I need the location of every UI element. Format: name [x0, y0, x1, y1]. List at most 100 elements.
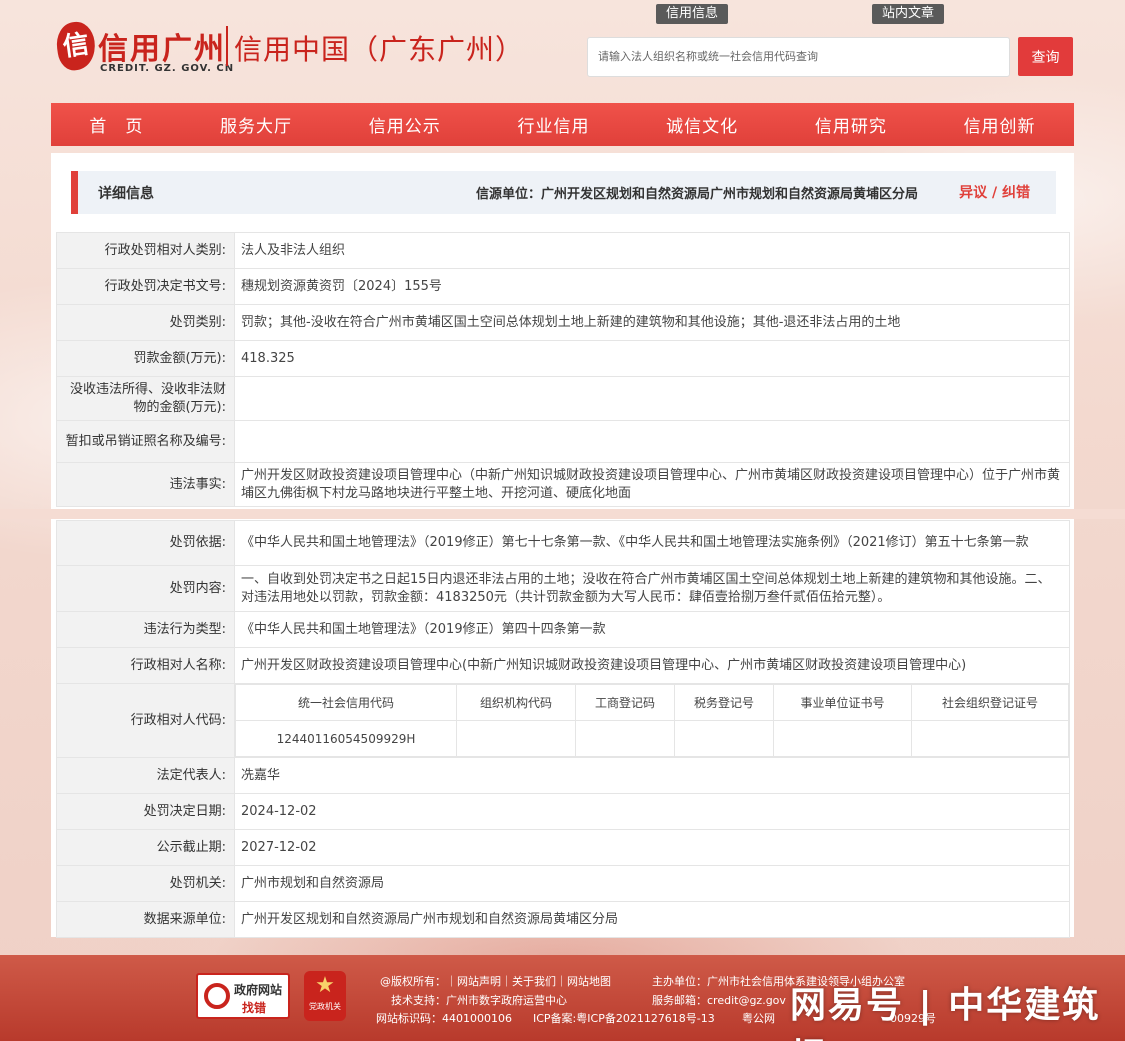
codes-value: [674, 720, 774, 757]
footer-email[interactable]: 服务邮箱：credit@gz.gov: [652, 992, 786, 1008]
magnifier-icon: [204, 983, 230, 1009]
tag-site-article[interactable]: 站内文章: [872, 4, 945, 24]
gov-badge-action: 找错: [242, 1001, 267, 1015]
table-row: 行政处罚决定书文号: 穗规划资源黄资罚〔2024〕155号: [56, 268, 1070, 305]
detail-card: 详细信息 信源单位：广州开发区规划和自然资源局广州市规划和自然资源局黄埔区分局 …: [51, 153, 1074, 938]
detail-title: 详细信息: [98, 186, 154, 202]
codes-header: 税务登记号: [674, 684, 774, 721]
field-value: 2027-12-02: [234, 829, 1070, 866]
field-label: 行政相对人代码:: [56, 683, 235, 758]
field-label: 处罚机关:: [56, 865, 235, 902]
site-header: 信 信用广州 CREDIT. GZ. GOV. CN 信用中国（广东广州） 信用…: [0, 0, 1125, 100]
footer-links[interactable]: @版权所有：｜网站声明｜关于我们｜网站地图: [380, 973, 611, 989]
footer-site-code: 网站标识码：4401000106: [376, 1012, 512, 1025]
nav-integrity-culture[interactable]: 诚信文化: [666, 112, 738, 137]
logo-name[interactable]: 信用广州: [98, 24, 226, 68]
watermark: 网易号 | 中华建筑报: [790, 985, 1101, 1041]
table-row: 罚款金额(万元): 418.325: [56, 340, 1070, 377]
table-row: 没收违法所得、没收非法财物的金额(万元):: [56, 376, 1070, 421]
field-label: 处罚类别:: [56, 304, 235, 341]
logo-icon[interactable]: 信: [53, 19, 99, 73]
field-label: 罚款金额(万元):: [56, 340, 235, 377]
table-row: 违法事实: 广州开发区财政投资建设项目管理中心（中新广州知识城财政投资建设项目管…: [56, 462, 1070, 507]
codes-value-row: 12440116054509929H: [235, 720, 1069, 757]
codes-table: 统一社会信用代码 组织机构代码 工商登记码 税务登记号 事业单位证书号 社会组织…: [235, 684, 1069, 757]
codes-value: 12440116054509929H: [235, 720, 457, 757]
footer-icp[interactable]: ICP备案:粤ICP备2021127618号-13: [533, 1010, 715, 1026]
gov-site-error-badge[interactable]: 政府网站 找错: [196, 973, 290, 1019]
field-value: 广州开发区财政投资建设项目管理中心（中新广州知识城财政投资建设项目管理中心、广州…: [234, 462, 1070, 507]
field-value: 广州开发区财政投资建设项目管理中心(中新广州知识城财政投资建设项目管理中心、广州…: [234, 647, 1070, 684]
table-row: 法定代表人: 冼嘉华: [56, 757, 1070, 794]
table-row: 暂扣或吊销证照名称及编号:: [56, 420, 1070, 463]
field-label: 行政处罚决定书文号:: [56, 268, 235, 305]
field-value: 一、自收到处罚决定书之日起15日内退还非法占用的土地；没收在符合广州市黄埔区国土…: [234, 565, 1070, 612]
logo-divider: [226, 26, 228, 66]
field-value: [234, 376, 1070, 421]
detail-source: 信源单位：广州开发区规划和自然资源局广州市规划和自然资源局黄埔区分局: [475, 187, 918, 202]
codes-header-row: 统一社会信用代码 组织机构代码 工商登记码 税务登记号 事业单位证书号 社会组织…: [235, 684, 1069, 721]
table-row: 处罚依据: 《中华人民共和国土地管理法》（2019修正）第七十七条第一款、《中华…: [56, 520, 1070, 566]
field-value: 罚款；其他-没收在符合广州市黄埔区国土空间总体规划土地上新建的建筑物和其他设施；…: [234, 304, 1070, 341]
table-row: 数据来源单位: 广州开发区规划和自然资源局广州市规划和自然资源局黄埔区分局: [56, 901, 1070, 938]
nav-credit-research[interactable]: 信用研究: [815, 112, 887, 137]
field-label: 违法事实:: [56, 462, 235, 507]
info-table-top: 行政处罚相对人类别: 法人及非法人组织 行政处罚决定书文号: 穗规划资源黄资罚〔…: [56, 232, 1070, 507]
field-label: 公示截止期:: [56, 829, 235, 866]
search-button[interactable]: 查询: [1018, 37, 1073, 76]
field-value: 冼嘉华: [234, 757, 1070, 794]
search-input[interactable]: 请输入法人组织名称或统一社会信用代码查询: [587, 37, 1010, 77]
field-value: 418.325: [234, 340, 1070, 377]
table-row: 处罚决定日期: 2024-12-02: [56, 793, 1070, 830]
tag-credit-info[interactable]: 信用信息: [656, 4, 729, 24]
nav-industry-credit[interactable]: 行业信用: [517, 112, 589, 137]
table-row: 行政相对人名称: 广州开发区财政投资建设项目管理中心(中新广州知识城财政投资建设…: [56, 647, 1070, 684]
field-label: 处罚内容:: [56, 565, 235, 612]
table-row: 行政处罚相对人类别: 法人及非法人组织: [56, 232, 1070, 269]
field-label: 行政处罚相对人类别:: [56, 232, 235, 269]
gov-badge-title: 政府网站: [234, 983, 283, 997]
table-row: 违法行为类型: 《中华人民共和国土地管理法》（2019修正）第四十四条第一款: [56, 611, 1070, 648]
field-value: 2024-12-02: [234, 793, 1070, 830]
codes-cell: 统一社会信用代码 组织机构代码 工商登记码 税务登记号 事业单位证书号 社会组织…: [234, 683, 1070, 758]
party-badge-text: 党政机关: [309, 1002, 341, 1011]
field-value: 法人及非法人组织: [234, 232, 1070, 269]
table-row: 处罚机关: 广州市规划和自然资源局: [56, 865, 1070, 902]
table-row: 处罚类别: 罚款；其他-没收在符合广州市黄埔区国土空间总体规划土地上新建的建筑物…: [56, 304, 1070, 341]
codes-value: [773, 720, 912, 757]
table-row: 行政相对人代码: 统一社会信用代码 组织机构代码 工商登记码 税务登记号 事业单…: [56, 683, 1070, 758]
info-table-bottom: 处罚依据: 《中华人民共和国土地管理法》（2019修正）第七十七条第一款、《中华…: [56, 520, 1070, 938]
field-value: 《中华人民共和国土地管理法》（2019修正）第四十四条第一款: [234, 611, 1070, 648]
codes-value: [911, 720, 1069, 757]
table-row: 公示截止期: 2027-12-02: [56, 829, 1070, 866]
logo-domain: CREDIT. GZ. GOV. CN: [100, 63, 235, 74]
main-nav: 首 页 服务大厅 信用公示 行业信用 诚信文化 信用研究 信用创新: [51, 103, 1074, 146]
field-value: 广州开发区规划和自然资源局广州市规划和自然资源局黄埔区分局: [234, 901, 1070, 938]
field-value: 《中华人民共和国土地管理法》（2019修正）第七十七条第一款、《中华人民共和国土…: [234, 520, 1070, 566]
field-label: 违法行为类型:: [56, 611, 235, 648]
field-label: 暂扣或吊销证照名称及编号:: [56, 420, 235, 463]
nav-service-hall[interactable]: 服务大厅: [220, 112, 292, 137]
field-label: 行政相对人名称:: [56, 647, 235, 684]
detail-header: 详细信息 信源单位：广州开发区规划和自然资源局广州市规划和自然资源局黄埔区分局 …: [71, 171, 1056, 214]
nav-credit-publicity[interactable]: 信用公示: [369, 112, 441, 137]
codes-value: [575, 720, 675, 757]
nav-home[interactable]: 首 页: [89, 112, 143, 137]
field-value: [234, 420, 1070, 463]
field-label: 处罚决定日期:: [56, 793, 235, 830]
nav-credit-innovation[interactable]: 信用创新: [964, 112, 1036, 137]
codes-header: 组织机构代码: [456, 684, 576, 721]
footer-police[interactable]: 粤公网: [742, 1010, 775, 1026]
table-row: 处罚内容: 一、自收到处罚决定书之日起15日内退还非法占用的土地；没收在符合广州…: [56, 565, 1070, 612]
screenshot-seam: [0, 509, 1125, 519]
party-gov-badge[interactable]: ★ 党政机关: [304, 971, 346, 1021]
codes-header: 事业单位证书号: [773, 684, 912, 721]
emblem-icon: ★: [315, 973, 335, 998]
field-label: 数据来源单位:: [56, 901, 235, 938]
footer-tech-support: 技术支持：广州市数字政府运营中心: [391, 994, 567, 1007]
field-value: 广州市规划和自然资源局: [234, 865, 1070, 902]
objection-link[interactable]: 异议 / 纠错: [959, 182, 1030, 202]
codes-header: 社会组织登记证号: [911, 684, 1069, 721]
codes-header: 统一社会信用代码: [235, 684, 457, 721]
codes-value: [456, 720, 576, 757]
